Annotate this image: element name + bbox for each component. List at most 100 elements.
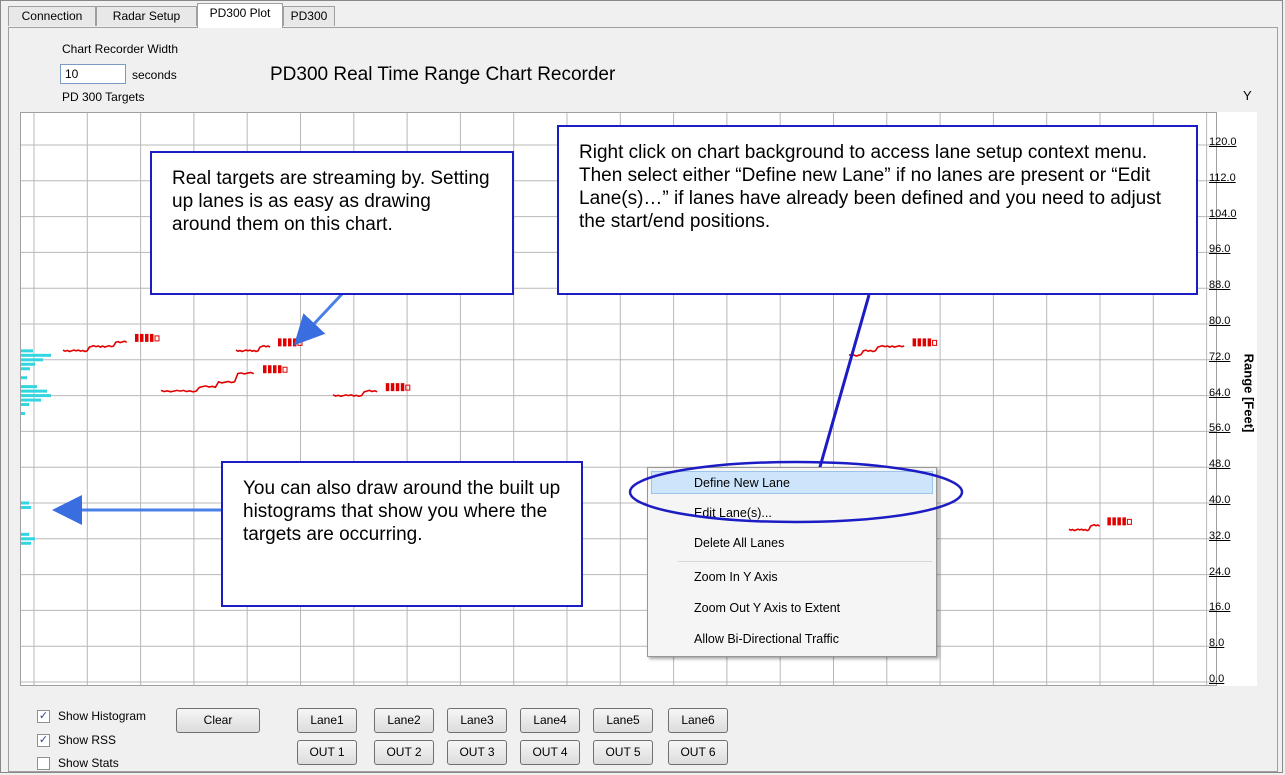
target-marker-block	[1107, 517, 1111, 526]
target-marker-block	[922, 338, 927, 347]
histogram-bar	[21, 349, 33, 353]
out-button-3[interactable]: OUT 3	[447, 740, 507, 765]
out-button-2[interactable]: OUT 2	[374, 740, 434, 765]
lane-button-2[interactable]: Lane2	[374, 708, 434, 733]
lane-button-4[interactable]: Lane4	[520, 708, 580, 733]
histogram-bar	[21, 362, 35, 366]
target-marker-block	[273, 365, 277, 374]
menu-item-define-new-lane[interactable]: Define New Lane	[694, 476, 790, 490]
y-tick-label: 96.0	[1209, 243, 1231, 256]
target-marker-block	[282, 366, 288, 373]
target-trace	[160, 371, 255, 393]
chart-width-input[interactable]: 10	[60, 64, 126, 84]
histogram-bar	[21, 537, 35, 541]
y-tick-label: 24.0	[1209, 565, 1231, 578]
histogram-bar	[21, 403, 29, 407]
context-menu: Define New Lane Edit Lane(s)... Delete A…	[647, 467, 937, 657]
callout-histogram: You can also draw around the built up hi…	[221, 461, 583, 607]
out-button-5[interactable]: OUT 5	[593, 740, 653, 765]
lane-button-6[interactable]: Lane6	[668, 708, 728, 733]
lane-button-5[interactable]: Lane5	[593, 708, 653, 733]
tab-label: PD300	[290, 9, 328, 23]
histogram-bar	[21, 376, 27, 380]
target-marker-block	[283, 338, 287, 347]
tab-label: PD300 Plot	[209, 6, 271, 20]
target-marker-block	[263, 365, 267, 374]
histogram-bar	[21, 505, 31, 509]
target-marker-block	[1126, 518, 1132, 525]
target-marker-block	[385, 383, 390, 392]
target-marker-block	[278, 365, 282, 374]
tab-pd300-plot[interactable]: PD300 Plot	[197, 3, 283, 28]
chart-width-label: Chart Recorder Width	[62, 42, 179, 56]
callout-context-menu: Right click on chart background to acces…	[557, 125, 1198, 295]
out-button-1[interactable]: OUT 1	[297, 740, 357, 765]
y-tick-label: 32.0	[1209, 529, 1231, 542]
target-marker-block	[1117, 517, 1121, 526]
show-stats-checkbox[interactable]	[37, 757, 50, 770]
y-tick-label: 80.0	[1209, 315, 1231, 327]
y-tick-label: 40.0	[1209, 494, 1231, 506]
y-axis-letter: Y	[1243, 88, 1252, 103]
tab-pd300[interactable]: PD300	[283, 6, 335, 26]
y-tick-label: 0.0	[1209, 673, 1225, 685]
callout-targets: Real targets are streaming by. Setting u…	[150, 151, 514, 295]
tab-radar-setup[interactable]: Radar Setup	[96, 6, 197, 26]
target-marker-block	[268, 365, 272, 374]
show-histogram-checkbox[interactable]: ✓	[37, 710, 50, 723]
histogram-bar	[21, 532, 29, 536]
callout-targets-text: Real targets are streaming by. Setting u…	[172, 168, 490, 235]
y-tick-label: 88.0	[1209, 279, 1231, 292]
histogram-bar	[21, 389, 47, 393]
target-marker-block	[917, 338, 922, 347]
target-marker-block	[293, 338, 297, 347]
target-marker-block	[1122, 517, 1126, 526]
out-button-4[interactable]: OUT 4	[520, 740, 580, 765]
histogram-bar	[21, 367, 30, 371]
lane-button-1[interactable]: Lane1	[297, 708, 357, 733]
target-marker-block	[288, 338, 292, 347]
y-tick-label: 112.0	[1209, 171, 1236, 184]
show-histogram-label: Show Histogram	[58, 709, 147, 723]
out-button-6[interactable]: OUT 6	[668, 740, 728, 765]
target-trace	[848, 344, 905, 357]
histogram-bar	[21, 412, 25, 415]
histogram-bar	[21, 541, 31, 545]
callout-context-line2: Then select either “Define new Lane” if …	[579, 165, 1162, 232]
target-marker-block	[912, 338, 917, 347]
clear-button[interactable]: Clear	[176, 708, 260, 733]
histogram-bar	[21, 394, 51, 398]
target-marker-block	[1112, 517, 1116, 526]
target-trace	[235, 344, 271, 353]
show-stats-label: Show Stats	[58, 756, 119, 770]
lane-button-3[interactable]: Lane3	[447, 708, 507, 733]
y-tick-label: 8.0	[1209, 637, 1225, 650]
target-marker-block	[278, 338, 282, 347]
histogram-bar	[21, 358, 43, 362]
show-rss-checkbox[interactable]: ✓	[37, 734, 50, 747]
y-tick-label: 72.0	[1209, 350, 1231, 363]
menu-item-zoom-out[interactable]: Zoom Out Y Axis to Extent	[694, 601, 840, 615]
target-marker-block	[932, 339, 938, 346]
menu-item-bidirectional[interactable]: Allow Bi-Directional Traffic	[694, 632, 839, 646]
menu-separator	[678, 561, 932, 562]
targets-label: PD 300 Targets	[62, 90, 145, 104]
y-tick-label: 120.0	[1209, 136, 1237, 148]
y-tick-label: 64.0	[1209, 386, 1231, 399]
show-rss-label: Show RSS	[58, 733, 117, 747]
y-tick-label: 104.0	[1209, 207, 1237, 220]
seconds-label: seconds	[132, 68, 177, 82]
target-marker-block	[135, 333, 139, 342]
menu-item-edit-lanes[interactable]: Edit Lane(s)...	[694, 506, 772, 520]
y-tick-label: 16.0	[1209, 601, 1231, 614]
menu-item-zoom-in[interactable]: Zoom In Y Axis	[694, 570, 778, 584]
target-marker-block	[140, 333, 144, 342]
target-marker-block	[400, 383, 405, 392]
tab-label: Radar Setup	[112, 9, 181, 23]
histogram-bar	[21, 501, 29, 505]
target-marker-block	[390, 383, 395, 392]
target-marker-block	[150, 333, 154, 342]
histogram-bar	[21, 353, 51, 357]
menu-item-delete-all-lanes[interactable]: Delete All Lanes	[694, 536, 784, 550]
tab-connection[interactable]: Connection	[8, 6, 96, 26]
